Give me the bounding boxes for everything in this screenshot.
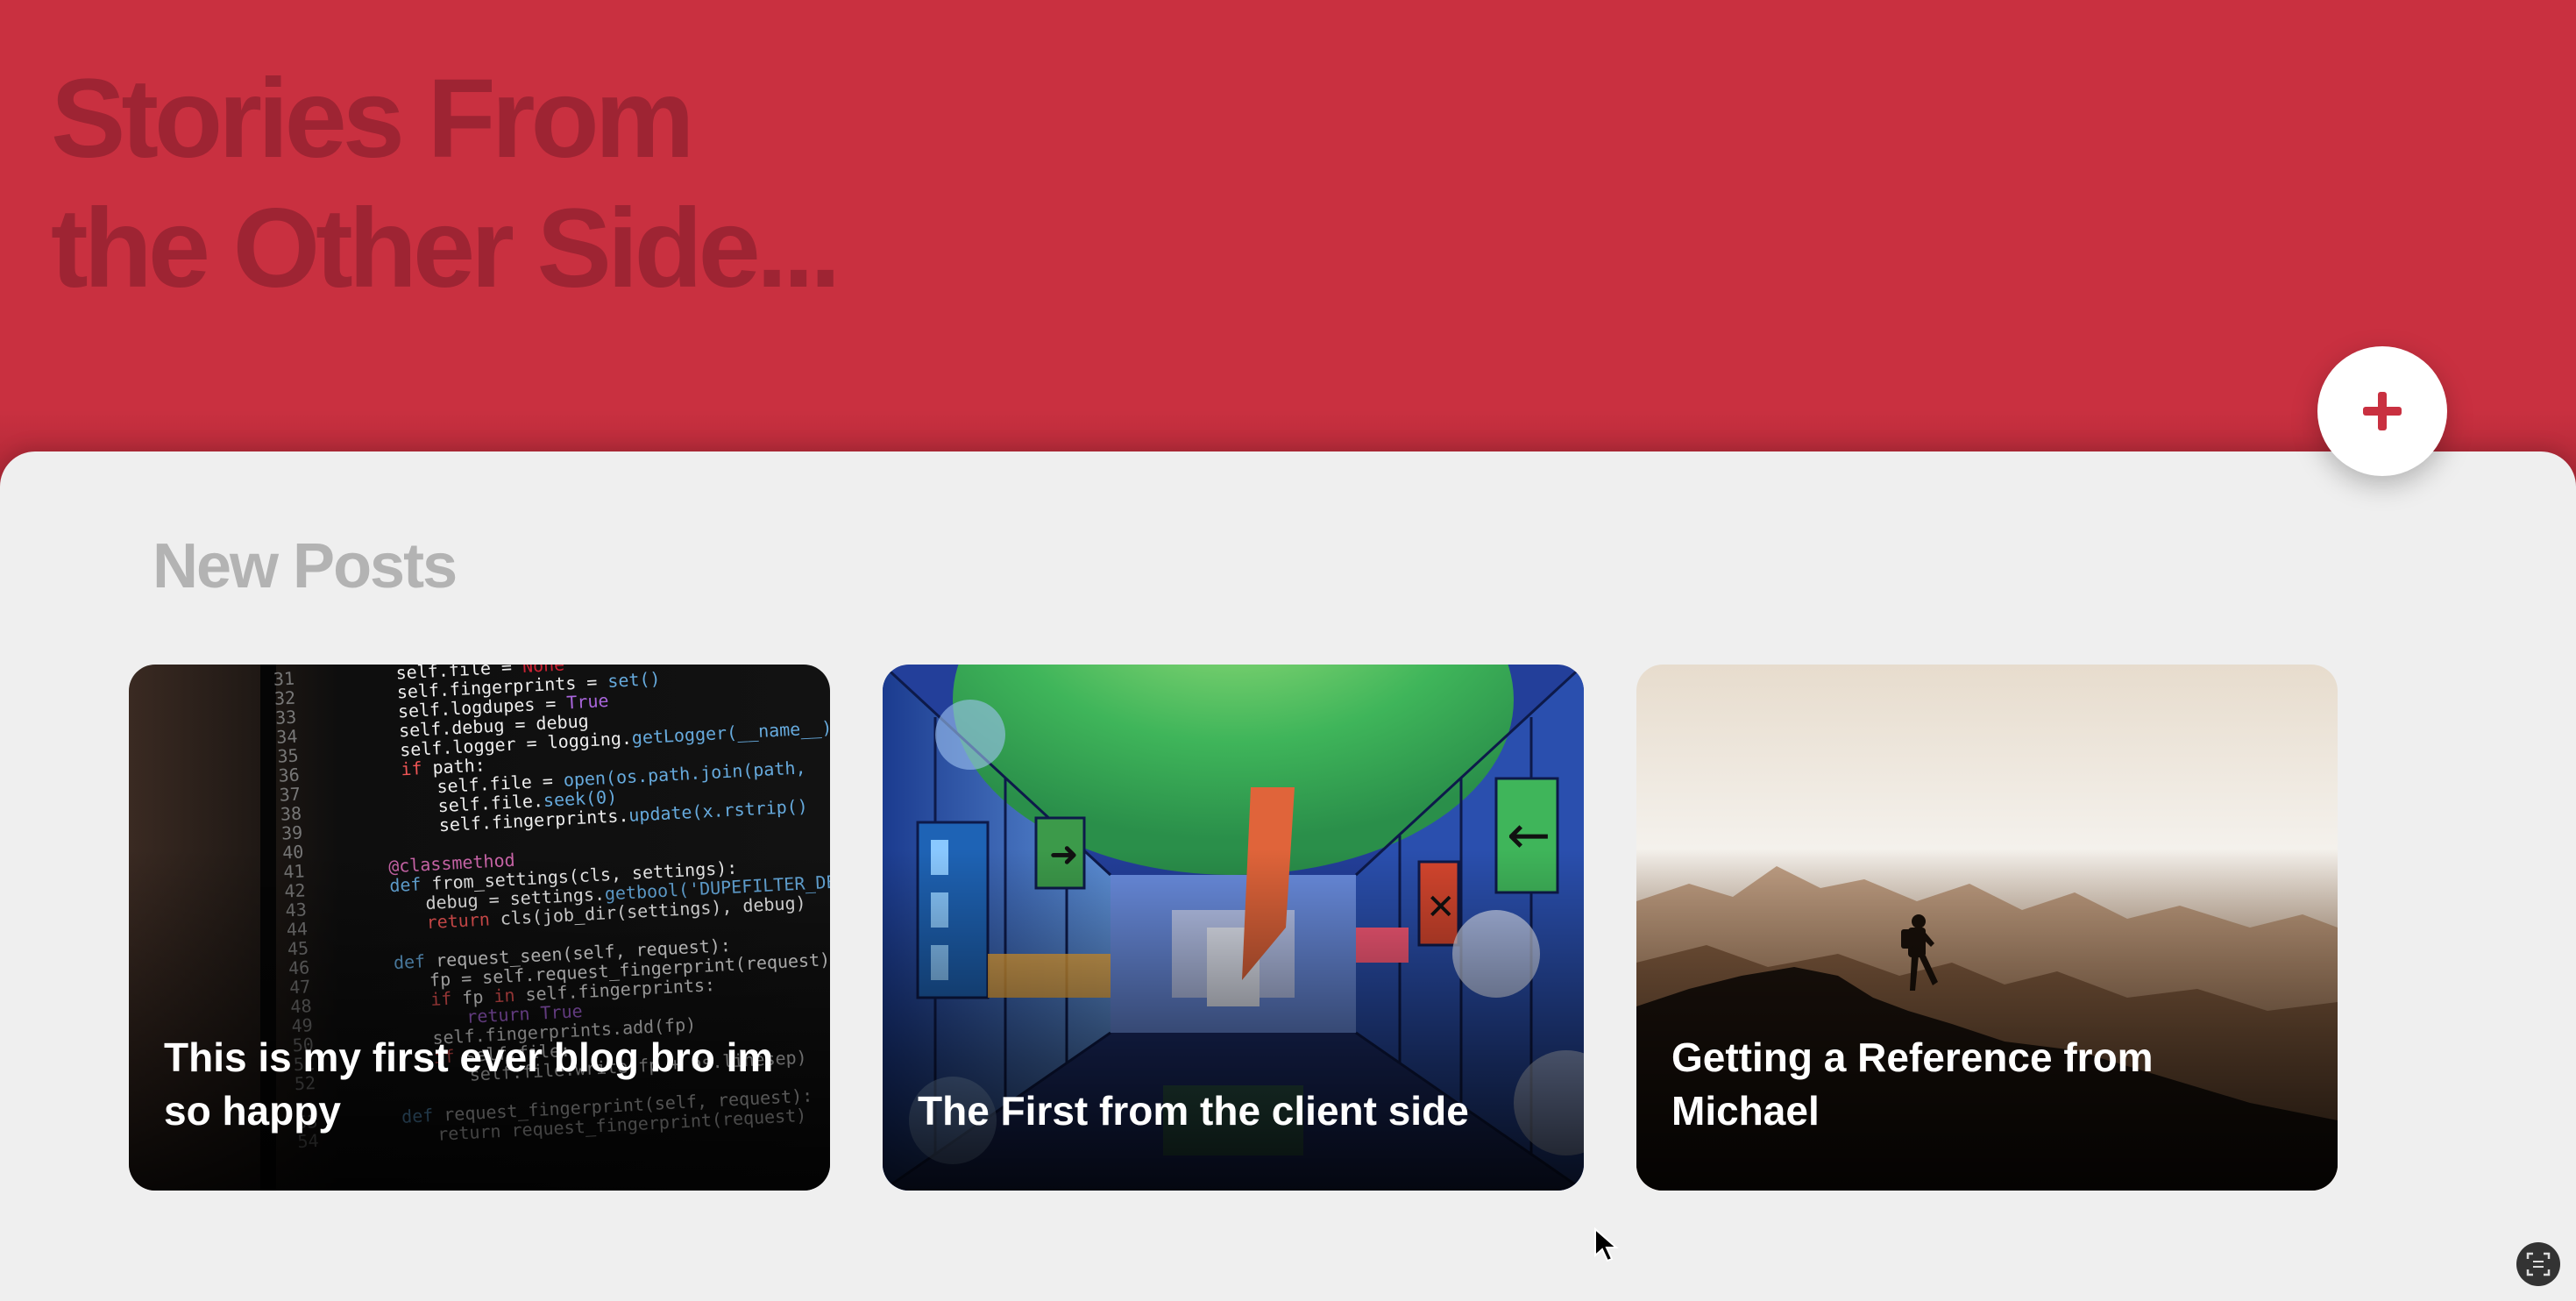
post-card[interactable]: Getting a Reference from Michael [1636, 665, 2338, 1191]
post-title: This is my first ever blog bro im so hap… [164, 1034, 774, 1134]
posts-panel: New Posts 31self.file = None 32self.fing… [0, 451, 2576, 1301]
post-card[interactable]: ➜ ← ✕ The First from the client side [883, 665, 1584, 1191]
page-title: Stories From the Other Side... [51, 54, 841, 314]
plus-icon [2363, 392, 2402, 430]
add-post-button[interactable] [2317, 346, 2447, 476]
screen-capture-icon[interactable] [2516, 1242, 2560, 1286]
post-title: Getting a Reference from Michael [1671, 1034, 2154, 1134]
mouse-cursor-icon [1594, 1227, 1619, 1262]
post-title: The First from the client side [918, 1088, 1469, 1134]
hero-banner: Stories From the Other Side... [0, 0, 2576, 526]
section-heading: New Posts [153, 531, 458, 601]
page-title-line-2: the Other Side... [51, 186, 841, 311]
page-title-line-1: Stories From [51, 56, 694, 181]
post-card[interactable]: 31self.file = None 32self.fingerprints =… [129, 665, 830, 1191]
